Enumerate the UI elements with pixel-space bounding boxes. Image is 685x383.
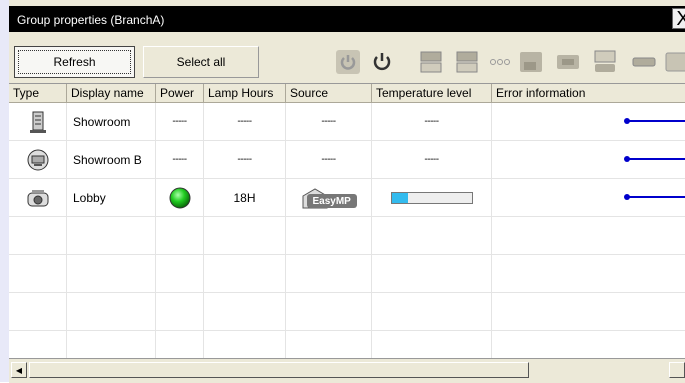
error-indicator-icon xyxy=(624,156,685,162)
power-status: ----- xyxy=(156,141,204,178)
display-name: Showroom B xyxy=(67,141,156,178)
power-on-icon[interactable] xyxy=(335,49,361,75)
lamp-hours: ----- xyxy=(204,141,286,178)
easymp-icon: EasyMP xyxy=(286,179,372,216)
freeze-icon[interactable] xyxy=(518,49,544,75)
refresh-button[interactable]: Refresh xyxy=(14,46,135,78)
error-info xyxy=(492,103,685,140)
scroll-right-arrow-icon[interactable] xyxy=(669,362,685,378)
table-row-empty xyxy=(9,255,685,293)
window-title: Group properties (BranchA) xyxy=(17,13,165,27)
green-status-icon xyxy=(156,179,204,216)
computer-source-icon[interactable] xyxy=(418,49,444,75)
projector-table: Type Display name Power Lamp Hours Sourc… xyxy=(9,83,685,359)
more-icon[interactable] xyxy=(665,49,685,75)
lamp-hours: ----- xyxy=(204,103,286,140)
display-name: Showroom xyxy=(67,103,156,140)
table-row-empty xyxy=(9,293,685,331)
error-indicator-icon xyxy=(624,194,685,200)
close-button[interactable]: X xyxy=(672,8,685,29)
temperature-bar xyxy=(372,179,492,216)
temperature: ----- xyxy=(372,103,492,140)
display-name: Lobby xyxy=(67,179,156,216)
power-off-icon[interactable] xyxy=(369,49,395,75)
projector-icon xyxy=(9,179,67,216)
scroll-thumb[interactable] xyxy=(29,362,529,378)
video-source-icon[interactable] xyxy=(454,49,480,75)
error-info xyxy=(492,179,685,216)
column-header-source[interactable]: Source xyxy=(286,84,372,102)
table-row-empty xyxy=(9,217,685,255)
table-row[interactable]: Showroom B ----- ----- ----- ----- xyxy=(9,141,685,179)
column-header-display-name[interactable]: Display name xyxy=(67,84,156,102)
usb-icon[interactable] xyxy=(592,49,618,75)
hdmi-icon[interactable] xyxy=(631,49,657,75)
select-all-label: Select all xyxy=(176,55,226,69)
table-row-empty xyxy=(9,331,685,359)
power-status: ----- xyxy=(156,103,204,140)
horizontal-scrollbar[interactable]: ◀ xyxy=(9,358,685,383)
easymp-label: EasyMP xyxy=(312,195,351,207)
display-icon[interactable] xyxy=(555,49,581,75)
error-indicator-icon xyxy=(624,118,685,124)
lamp-hours: 18H xyxy=(204,179,286,216)
source: ----- xyxy=(286,141,372,178)
error-info xyxy=(492,141,685,178)
temperature: ----- xyxy=(372,141,492,178)
title-bar: Group properties (BranchA) X xyxy=(9,6,685,32)
column-header-error[interactable]: Error information xyxy=(492,84,685,102)
select-all-button[interactable]: Select all xyxy=(143,46,259,78)
av-mute-icon[interactable] xyxy=(487,49,513,75)
table-row[interactable]: Showroom ----- ----- ----- ----- xyxy=(9,103,685,141)
close-icon: X xyxy=(676,7,685,30)
column-header-temperature[interactable]: Temperature level xyxy=(372,84,492,102)
scroll-left-arrow-icon[interactable]: ◀ xyxy=(11,362,27,378)
source: ----- xyxy=(286,103,372,140)
table-header: Type Display name Power Lamp Hours Sourc… xyxy=(9,84,685,103)
monitor-icon xyxy=(9,141,67,178)
column-header-power[interactable]: Power xyxy=(156,84,204,102)
column-header-lamp-hours[interactable]: Lamp Hours xyxy=(204,84,286,102)
toolbar: Refresh Select all xyxy=(9,40,685,80)
building-icon xyxy=(9,103,67,140)
left-strip xyxy=(0,0,9,382)
column-header-type[interactable]: Type xyxy=(9,84,67,102)
table-row[interactable]: Lobby 18H EasyMP xyxy=(9,179,685,217)
